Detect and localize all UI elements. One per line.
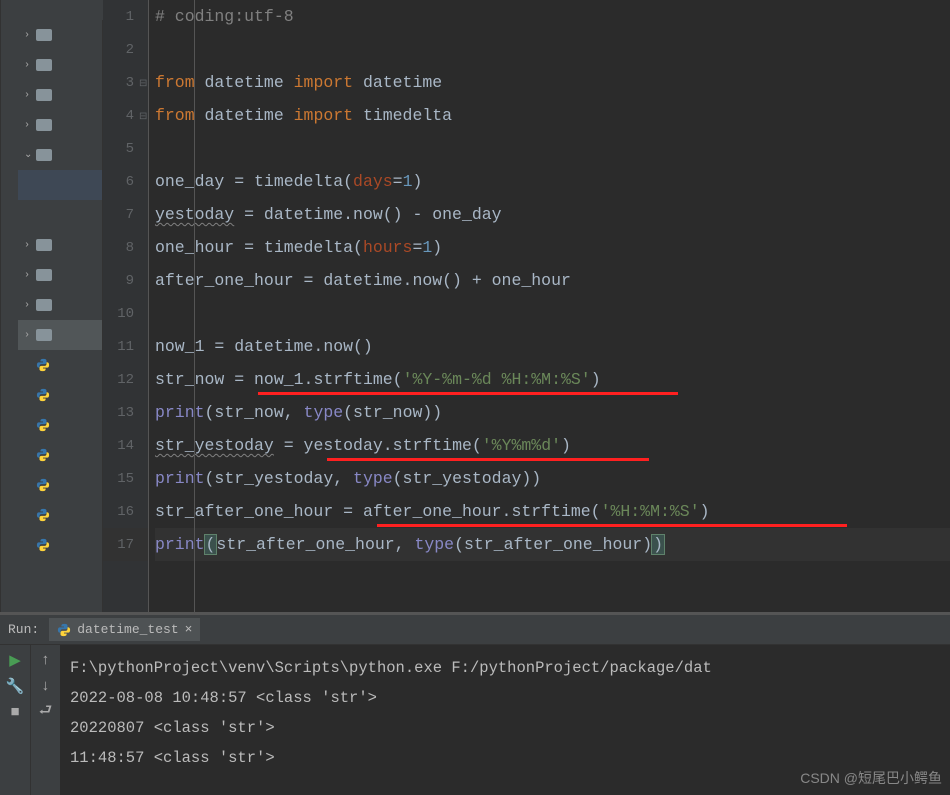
line-number: 10: [103, 297, 148, 330]
close-icon[interactable]: ×: [185, 622, 193, 637]
chevron-right-icon: ›: [24, 300, 34, 311]
folder-icon: [36, 299, 52, 311]
line-number: 12: [103, 363, 148, 396]
folder-icon: [36, 239, 52, 251]
wrap-icon[interactable]: ⮐: [37, 703, 55, 721]
up-icon[interactable]: ↑: [37, 651, 55, 669]
tree-item[interactable]: [18, 530, 102, 560]
run-tab[interactable]: datetime_test ×: [49, 618, 200, 641]
tree-item[interactable]: ›: [18, 20, 102, 50]
tree-item[interactable]: ›: [18, 230, 102, 260]
tree-item[interactable]: ›: [18, 260, 102, 290]
annotation-underline: [327, 458, 649, 461]
line-number: 9: [103, 264, 148, 297]
chevron-right-icon: ›: [24, 60, 34, 71]
tree-item[interactable]: ⌄: [18, 140, 102, 170]
folder-icon: [36, 269, 52, 281]
tree-item[interactable]: [18, 380, 102, 410]
python-icon: [57, 623, 71, 637]
tree-item[interactable]: ›: [18, 320, 102, 350]
python-icon: [36, 418, 50, 432]
tree-item[interactable]: [18, 440, 102, 470]
line-number: 2: [103, 33, 148, 66]
code-text: from: [155, 106, 205, 125]
line-number: 4⊟: [103, 99, 148, 132]
annotation-underline: [258, 392, 678, 395]
gutter[interactable]: 1 2 3⊟ 4⊟ 5 6 7 8 9 10 11 12 13 14 15 16…: [103, 0, 149, 612]
stop-icon[interactable]: ■: [6, 703, 24, 721]
play-icon[interactable]: ▶: [6, 651, 24, 669]
line-number: 6: [103, 165, 148, 198]
chevron-right-icon: ›: [24, 120, 34, 131]
tree-item-selected[interactable]: [18, 170, 102, 200]
annotation-underline: [377, 524, 847, 527]
line-number: 5: [103, 132, 148, 165]
line-number: 16: [103, 495, 148, 528]
line-number: 15: [103, 462, 148, 495]
python-icon: [36, 358, 50, 372]
line-number: 8: [103, 231, 148, 264]
run-tab-label: datetime_test: [77, 622, 178, 637]
chevron-right-icon: ›: [24, 90, 34, 101]
run-header: Run: datetime_test ×: [0, 615, 950, 645]
tree-item[interactable]: ›: [18, 50, 102, 80]
run-toolbar-2: ↑ ↓ ⮐: [30, 645, 60, 795]
line-number: 1: [103, 0, 148, 33]
folder-icon: [36, 89, 52, 101]
code-editor[interactable]: 1 2 3⊟ 4⊟ 5 6 7 8 9 10 11 12 13 14 15 16…: [103, 0, 950, 612]
code-content[interactable]: # coding:utf-8 from datetime import date…: [149, 0, 950, 612]
line-number: 14: [103, 429, 148, 462]
code-text: from: [155, 73, 205, 92]
folder-icon: [36, 149, 52, 161]
watermark: CSDN @短尾巴小鳄鱼: [800, 768, 942, 788]
tree-item[interactable]: [18, 350, 102, 380]
line-number: 11: [103, 330, 148, 363]
run-panel: Run: datetime_test × ▶ 🔧 ■ ↑ ↓ ⮐ F:\pyth…: [0, 612, 950, 792]
tree-item[interactable]: ›: [18, 110, 102, 140]
folder-icon: [36, 59, 52, 71]
python-icon: [36, 508, 50, 522]
chevron-right-icon: ›: [24, 270, 34, 281]
line-number: 17: [103, 528, 148, 561]
run-toolbar-left: ▶ 🔧 ■: [0, 645, 30, 795]
python-icon: [36, 478, 50, 492]
folder-icon: [36, 119, 52, 131]
chevron-right-icon: ›: [24, 240, 34, 251]
wrench-icon[interactable]: 🔧: [6, 677, 24, 695]
tree-item[interactable]: [18, 200, 102, 230]
folder-icon: [36, 329, 52, 341]
fold-icon[interactable]: ⊟: [139, 111, 149, 121]
line-number: 13: [103, 396, 148, 429]
tree-item[interactable]: ›: [18, 290, 102, 320]
code-text: # coding:utf-8: [155, 7, 294, 26]
run-label: Run:: [8, 622, 39, 637]
chevron-down-icon: ⌄: [24, 149, 34, 161]
margin-guide: [194, 0, 195, 612]
line-number: 3⊟: [103, 66, 148, 99]
chevron-right-icon: ›: [24, 30, 34, 41]
tree-item[interactable]: [18, 410, 102, 440]
tree-item[interactable]: [18, 500, 102, 530]
chevron-right-icon: ›: [24, 330, 34, 341]
python-icon: [36, 388, 50, 402]
python-icon: [36, 448, 50, 462]
python-icon: [36, 538, 50, 552]
folder-icon: [36, 29, 52, 41]
tree-item[interactable]: ›: [18, 80, 102, 110]
fold-icon[interactable]: ⊟: [139, 78, 149, 88]
down-icon[interactable]: ↓: [37, 677, 55, 695]
line-number: 7: [103, 198, 148, 231]
tree-item[interactable]: [18, 470, 102, 500]
